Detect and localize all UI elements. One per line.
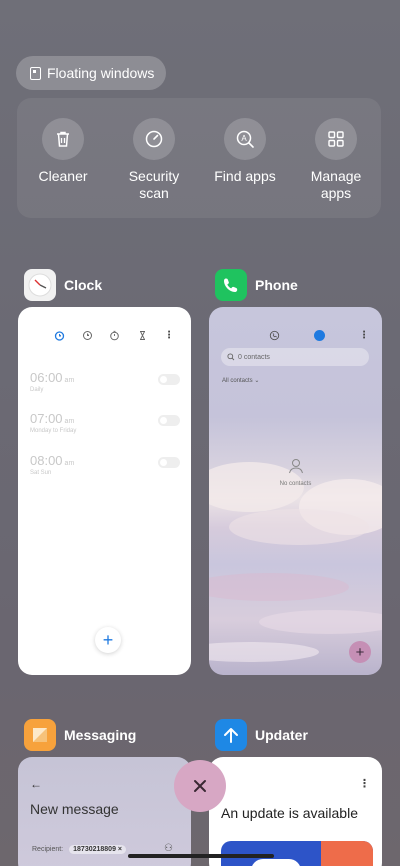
floating-windows-label: Floating windows bbox=[47, 65, 155, 81]
messaging-app-header[interactable]: Messaging bbox=[24, 719, 136, 751]
contacts-tab-icon[interactable] bbox=[314, 330, 325, 341]
alarm-toggle[interactable] bbox=[158, 415, 180, 426]
stopwatch-tab-icon[interactable] bbox=[109, 330, 120, 341]
recipient-chip[interactable]: 18730218809 × bbox=[69, 845, 127, 854]
shield-gauge-icon bbox=[133, 118, 175, 160]
home-indicator[interactable] bbox=[128, 854, 274, 858]
timer-tab-icon[interactable] bbox=[137, 330, 148, 341]
security-scan-label: Security scan bbox=[128, 168, 180, 201]
messaging-app-title: Messaging bbox=[64, 727, 137, 743]
messaging-app-card[interactable]: ← New message Recipient: 18730218809 × ⚇ bbox=[18, 757, 191, 866]
person-icon bbox=[288, 459, 303, 474]
add-contact-button[interactable]: + bbox=[349, 641, 371, 663]
floating-windows-button[interactable]: Floating windows bbox=[16, 56, 166, 90]
phone-app-icon bbox=[215, 269, 247, 301]
recipient-field[interactable]: Recipient: 18730218809 × bbox=[32, 845, 127, 854]
plus-icon: + bbox=[102, 630, 114, 650]
alarm-toggle[interactable] bbox=[158, 457, 180, 468]
empty-contacts-state: No contacts bbox=[209, 457, 382, 487]
search-icon bbox=[227, 353, 235, 361]
world-clock-tab-icon[interactable] bbox=[82, 330, 93, 341]
back-arrow-icon[interactable]: ← bbox=[30, 777, 42, 791]
alarm-row[interactable]: 08:00 am Sat Sun bbox=[30, 453, 180, 476]
find-apps-button[interactable]: A Find apps bbox=[200, 118, 290, 185]
manage-apps-label: Manage apps bbox=[310, 168, 362, 201]
contacts-search-input[interactable]: 0 contacts bbox=[221, 348, 369, 366]
clock-tabs: ⋮ bbox=[54, 330, 174, 341]
clock-app-card[interactable]: ⋮ 06:00 am Daily 07:00 am Monday to Friday… bbox=[18, 307, 191, 675]
empty-contacts-text: No contacts bbox=[279, 481, 312, 487]
contacts-filter-dropdown[interactable]: All contacts ⌄ bbox=[222, 377, 259, 384]
svg-text:A: A bbox=[241, 134, 247, 143]
updater-app-header[interactable]: Updater bbox=[215, 719, 308, 751]
recents-tab-icon[interactable] bbox=[269, 330, 280, 341]
grid-icon bbox=[315, 118, 357, 160]
clock-app-icon bbox=[24, 269, 56, 301]
floating-window-icon bbox=[30, 66, 41, 80]
update-available-title: An update is available bbox=[221, 805, 358, 821]
trash-icon bbox=[42, 118, 84, 160]
alarm-toggle[interactable] bbox=[158, 374, 180, 385]
phone-app-card[interactable]: ⋮ 0 contacts All contacts ⌄ No contacts … bbox=[209, 307, 382, 675]
find-apps-icon: A bbox=[224, 118, 266, 160]
more-options-icon[interactable]: ⋮ bbox=[164, 330, 174, 341]
security-scan-button[interactable]: Security scan bbox=[109, 118, 199, 202]
more-options-icon[interactable]: ⋮ bbox=[359, 330, 369, 341]
phone-app-header[interactable]: Phone bbox=[215, 269, 298, 301]
cleaner-label: Cleaner bbox=[38, 168, 88, 184]
phone-tabs: ⋮ bbox=[269, 330, 369, 341]
new-message-title: New message bbox=[30, 801, 119, 817]
messaging-app-icon bbox=[24, 719, 56, 751]
phone-app-title: Phone bbox=[255, 277, 298, 293]
close-icon bbox=[194, 780, 206, 792]
quick-tools-panel: Cleaner Security scan A Find apps Manage a… bbox=[17, 98, 381, 218]
cleaner-button[interactable]: Cleaner bbox=[18, 118, 108, 185]
clear-all-button[interactable] bbox=[174, 760, 226, 812]
manage-apps-button[interactable]: Manage apps bbox=[291, 118, 381, 202]
chevron-down-icon: ⌄ bbox=[254, 378, 260, 384]
add-alarm-button[interactable]: + bbox=[95, 627, 121, 653]
clock-app-header[interactable]: Clock bbox=[24, 269, 102, 301]
contacts-search-placeholder: 0 contacts bbox=[238, 353, 270, 361]
remove-recipient-icon[interactable]: × bbox=[118, 846, 122, 853]
find-apps-label: Find apps bbox=[214, 168, 276, 184]
alarm-tab-icon[interactable] bbox=[54, 330, 65, 341]
updater-app-icon bbox=[215, 719, 247, 751]
clock-app-title: Clock bbox=[64, 277, 103, 293]
updater-app-title: Updater bbox=[255, 727, 308, 743]
more-options-icon[interactable]: ⋮ bbox=[359, 777, 370, 790]
alarm-row[interactable]: 06:00 am Daily bbox=[30, 370, 180, 393]
plus-icon: + bbox=[355, 643, 365, 661]
updater-app-card[interactable]: ⋮ An update is available bbox=[209, 757, 382, 866]
person-icon[interactable]: ⚇ bbox=[164, 843, 173, 854]
alarm-row[interactable]: 07:00 am Monday to Friday bbox=[30, 411, 180, 434]
